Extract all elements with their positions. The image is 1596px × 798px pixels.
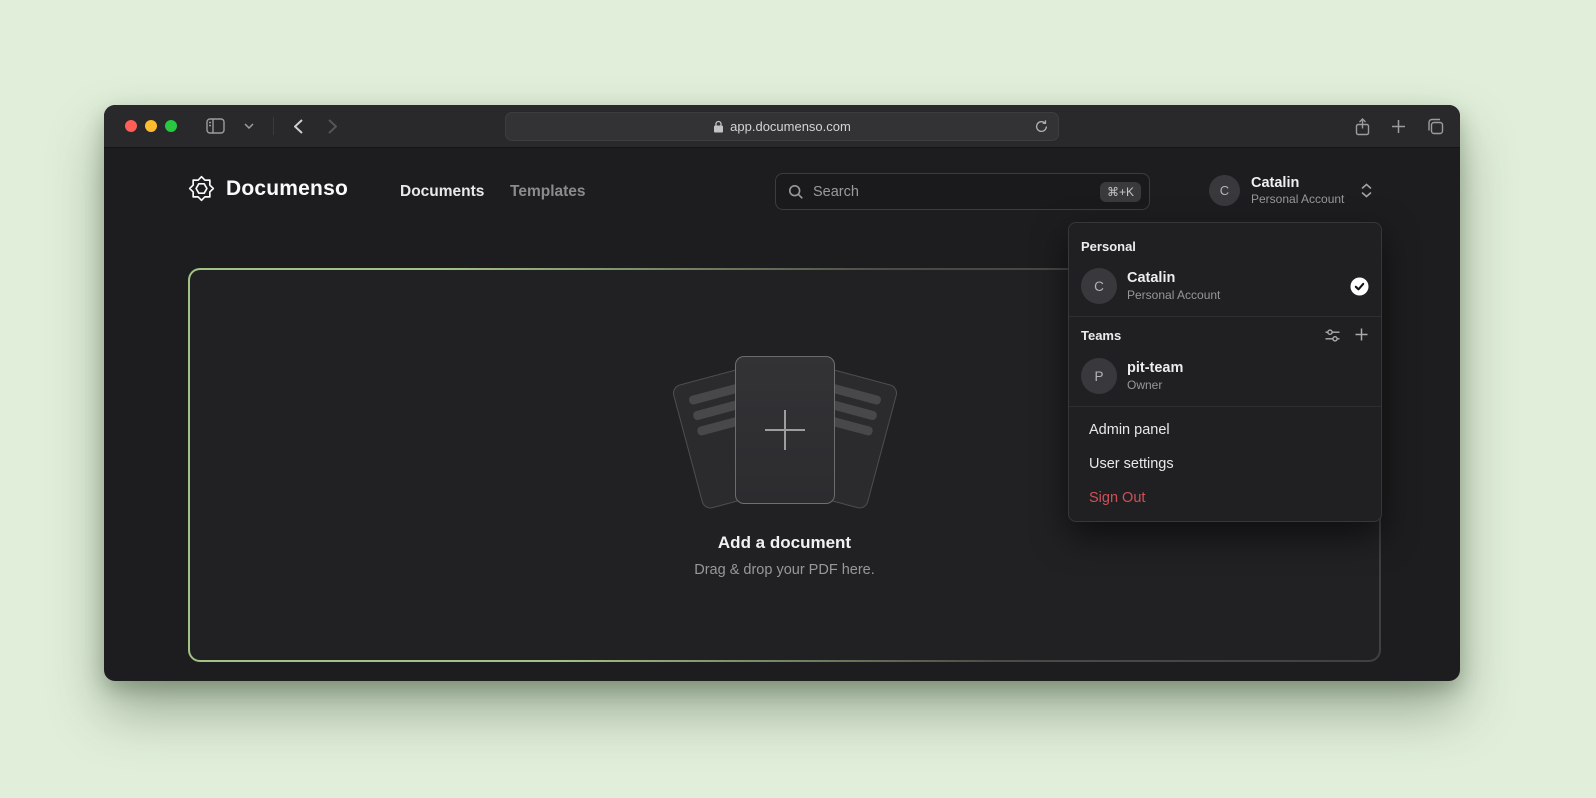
personal-account-item[interactable]: C Catalin Personal Account	[1069, 262, 1381, 314]
brand-name: Documenso	[226, 177, 348, 201]
account-avatar: C	[1209, 175, 1240, 206]
search-input[interactable]	[813, 184, 1091, 200]
chevron-up-down-icon	[1361, 183, 1372, 198]
new-tab-icon[interactable]	[1391, 119, 1406, 134]
personal-section-label: Personal	[1069, 233, 1381, 262]
menu-item-sign-out[interactable]: Sign Out	[1069, 481, 1381, 515]
account-type: Personal Account	[1251, 192, 1344, 206]
reload-icon[interactable]	[1034, 119, 1049, 134]
menu-divider	[1069, 316, 1381, 317]
dropzone-empty-state: Add a document Drag & drop your PDF here…	[645, 356, 925, 578]
create-team-icon[interactable]	[1354, 327, 1369, 344]
url-text: app.documenso.com	[730, 119, 851, 134]
browser-window: app.documenso.com	[104, 105, 1460, 681]
personal-type: Personal Account	[1127, 288, 1220, 303]
menu-divider	[1069, 406, 1381, 407]
team-name: pit-team	[1127, 360, 1183, 377]
close-window-button[interactable]	[125, 120, 137, 132]
toolbar-divider	[273, 117, 274, 135]
documenso-logo[interactable]: Documenso	[188, 175, 348, 202]
search-icon	[788, 184, 804, 200]
menu-item-user-settings[interactable]: User settings	[1069, 447, 1381, 481]
sidebar-chevron-down-icon[interactable]	[235, 113, 263, 139]
tab-overview-icon[interactable]	[1427, 118, 1444, 135]
nav-link-templates[interactable]: Templates	[510, 183, 586, 201]
account-menu-button[interactable]: C Catalin Personal Account	[1209, 175, 1372, 206]
zoom-window-button[interactable]	[165, 120, 177, 132]
search-shortcut-badge: ⌘+K	[1100, 182, 1141, 202]
teams-section-header: Teams	[1069, 323, 1381, 352]
sidebar-toggle-icon[interactable]	[201, 113, 229, 139]
documents-illustration	[680, 356, 890, 506]
browser-titlebar: app.documenso.com	[104, 105, 1460, 148]
dropzone-subtitle: Drag & drop your PDF here.	[645, 562, 925, 578]
dropzone-title: Add a document	[645, 533, 925, 553]
teams-section-label: Teams	[1081, 328, 1121, 343]
documenso-seal-icon	[188, 175, 215, 202]
team-item[interactable]: P pit-team Owner	[1069, 352, 1381, 404]
personal-avatar: C	[1081, 268, 1117, 304]
nav-link-documents[interactable]: Documents	[400, 183, 484, 201]
account-name: Catalin	[1251, 175, 1344, 192]
forward-button[interactable]	[318, 113, 346, 139]
personal-name: Catalin	[1127, 270, 1220, 287]
minimize-window-button[interactable]	[145, 120, 157, 132]
illustration-card-center	[735, 356, 835, 504]
plus-icon	[762, 407, 808, 453]
lock-icon	[713, 120, 724, 133]
address-bar[interactable]: app.documenso.com	[505, 112, 1059, 141]
team-avatar: P	[1081, 358, 1117, 394]
account-dropdown-menu: Personal C Catalin Personal Account Team…	[1068, 222, 1382, 522]
share-icon[interactable]	[1355, 118, 1370, 136]
manage-teams-icon[interactable]	[1324, 327, 1341, 344]
selected-check-icon	[1350, 277, 1369, 296]
traffic-lights	[125, 120, 177, 132]
team-role: Owner	[1127, 378, 1183, 393]
menu-item-admin-panel[interactable]: Admin panel	[1069, 413, 1381, 447]
search-bar[interactable]: ⌘+K	[775, 173, 1150, 210]
back-button[interactable]	[284, 113, 312, 139]
